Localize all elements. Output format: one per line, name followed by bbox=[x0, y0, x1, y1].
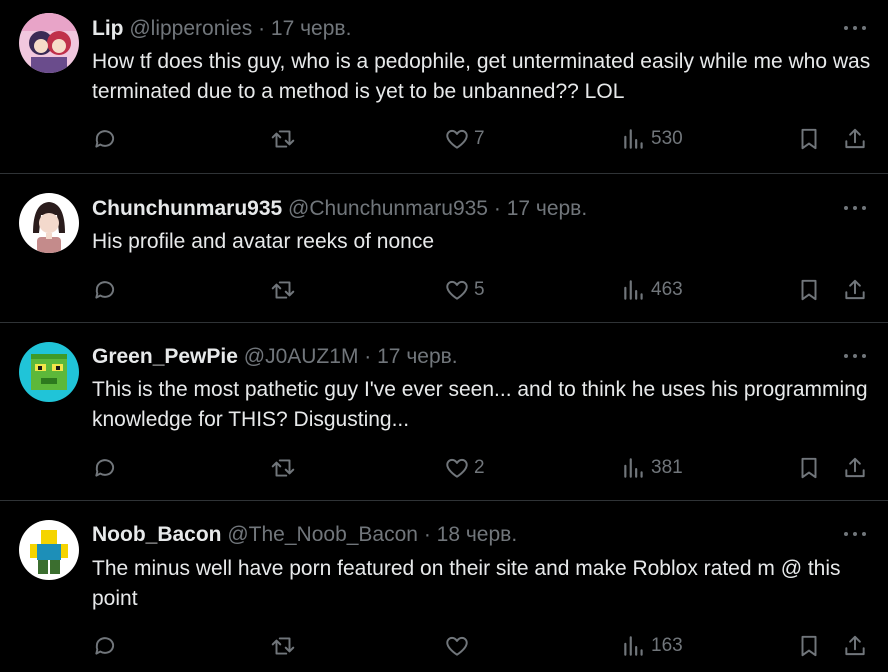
repost-icon bbox=[271, 459, 295, 477]
share-icon bbox=[845, 279, 865, 300]
views-button[interactable]: 463 bbox=[621, 275, 683, 305]
display-name[interactable]: Green_PewPie bbox=[92, 345, 238, 368]
heart-icon bbox=[446, 129, 468, 149]
heart-icon bbox=[446, 636, 468, 656]
post-date[interactable]: 17 черв. bbox=[507, 197, 587, 220]
bookmark-icon bbox=[801, 457, 817, 479]
post-text: The minus well have porn featured on the… bbox=[92, 557, 841, 610]
share-icon bbox=[845, 635, 865, 656]
reply-icon bbox=[95, 459, 115, 477]
share-button[interactable] bbox=[842, 275, 868, 305]
reply-post[interactable]: Green_PewPie @J0AUZ1M · 17 черв. This is… bbox=[0, 322, 888, 500]
views-icon bbox=[624, 280, 643, 300]
user-handle[interactable]: @lipperonies bbox=[129, 17, 252, 40]
more-icon[interactable] bbox=[844, 24, 866, 32]
reply-button[interactable] bbox=[92, 453, 118, 483]
bookmark-button[interactable] bbox=[796, 453, 822, 483]
repost-icon bbox=[271, 637, 295, 655]
bookmark-button[interactable] bbox=[796, 275, 822, 305]
reply-icon bbox=[95, 281, 115, 299]
repost-button[interactable] bbox=[270, 275, 296, 305]
like-button[interactable]: 5 bbox=[444, 275, 485, 305]
views-icon bbox=[624, 129, 643, 149]
views-icon bbox=[624, 636, 643, 656]
reply-post[interactable]: Chunchunmaru935 @Chunchunmaru935 · 17 че… bbox=[0, 173, 888, 322]
action-bar: 5 463 bbox=[0, 275, 888, 305]
share-button[interactable] bbox=[842, 631, 868, 661]
post-date[interactable]: 17 черв. bbox=[271, 17, 351, 40]
action-bar: 7 530 bbox=[0, 124, 888, 154]
views-button[interactable]: 381 bbox=[621, 453, 683, 483]
more-icon[interactable] bbox=[844, 352, 866, 360]
separator: · bbox=[423, 523, 431, 546]
post-date[interactable]: 17 черв. bbox=[377, 345, 457, 368]
display-name[interactable]: Lip bbox=[92, 17, 124, 40]
avatar[interactable] bbox=[19, 193, 79, 253]
more-icon[interactable] bbox=[844, 530, 866, 538]
share-button[interactable] bbox=[842, 124, 868, 154]
display-name[interactable]: Chunchunmaru935 bbox=[92, 197, 282, 220]
bookmark-icon bbox=[801, 279, 817, 301]
separator: · bbox=[493, 197, 501, 220]
action-bar: 2 381 bbox=[0, 453, 888, 483]
view-count: 530 bbox=[651, 128, 683, 149]
post-text: This is the most pathetic guy I've ever … bbox=[92, 378, 868, 431]
reply-button[interactable] bbox=[92, 631, 118, 661]
heart-icon bbox=[446, 458, 468, 478]
view-count: 381 bbox=[651, 457, 683, 478]
like-button[interactable] bbox=[444, 631, 474, 661]
post-date[interactable]: 18 черв. bbox=[437, 523, 517, 546]
views-button[interactable]: 163 bbox=[621, 631, 683, 661]
heart-icon bbox=[446, 280, 468, 300]
avatar[interactable] bbox=[19, 520, 79, 580]
post-header: Green_PewPie @J0AUZ1M · 17 черв. bbox=[92, 344, 458, 370]
like-count: 7 bbox=[474, 128, 485, 149]
user-handle[interactable]: @J0AUZ1M bbox=[244, 345, 359, 368]
separator: · bbox=[364, 345, 372, 368]
repost-button[interactable] bbox=[270, 124, 296, 154]
repost-button[interactable] bbox=[270, 631, 296, 661]
views-icon bbox=[624, 458, 643, 478]
repost-icon bbox=[271, 130, 295, 148]
post-header: Chunchunmaru935 @Chunchunmaru935 · 17 че… bbox=[92, 196, 587, 222]
separator: · bbox=[258, 17, 266, 40]
like-count: 2 bbox=[474, 457, 485, 478]
reply-button[interactable] bbox=[92, 124, 118, 154]
share-button[interactable] bbox=[842, 453, 868, 483]
avatar[interactable] bbox=[19, 13, 79, 73]
bookmark-button[interactable] bbox=[796, 631, 822, 661]
post-header: Noob_Bacon @The_Noob_Bacon · 18 черв. bbox=[92, 522, 517, 548]
user-handle[interactable]: @Chunchunmaru935 bbox=[288, 197, 488, 220]
share-icon bbox=[845, 128, 865, 149]
reply-icon bbox=[95, 130, 115, 148]
reply-button[interactable] bbox=[92, 275, 118, 305]
reply-icon bbox=[95, 637, 115, 655]
reply-post[interactable]: Lip @lipperonies · 17 черв. How tf does … bbox=[0, 0, 888, 173]
repost-button[interactable] bbox=[270, 453, 296, 483]
view-count: 463 bbox=[651, 279, 683, 300]
repost-icon bbox=[271, 281, 295, 299]
views-button[interactable]: 530 bbox=[621, 124, 683, 154]
like-count: 5 bbox=[474, 279, 485, 300]
bookmark-icon bbox=[801, 128, 817, 150]
more-icon[interactable] bbox=[844, 204, 866, 212]
user-handle[interactable]: @The_Noob_Bacon bbox=[227, 523, 418, 546]
post-text: How tf does this guy, who is a pedophile… bbox=[92, 50, 871, 103]
like-button[interactable]: 7 bbox=[444, 124, 485, 154]
post-text: His profile and avatar reeks of nonce bbox=[92, 230, 435, 253]
bookmark-button[interactable] bbox=[796, 124, 822, 154]
share-icon bbox=[845, 457, 865, 478]
bookmark-icon bbox=[801, 635, 817, 657]
action-bar: 163 bbox=[0, 631, 888, 661]
post-header: Lip @lipperonies · 17 черв. bbox=[92, 16, 351, 42]
like-button[interactable]: 2 bbox=[444, 453, 485, 483]
view-count: 163 bbox=[651, 635, 683, 656]
avatar[interactable] bbox=[19, 342, 79, 402]
display-name[interactable]: Noob_Bacon bbox=[92, 523, 222, 546]
replies-feed: Lip @lipperonies · 17 черв. How tf does … bbox=[0, 0, 888, 672]
reply-post[interactable]: Noob_Bacon @The_Noob_Bacon · 18 черв. Th… bbox=[0, 500, 888, 672]
